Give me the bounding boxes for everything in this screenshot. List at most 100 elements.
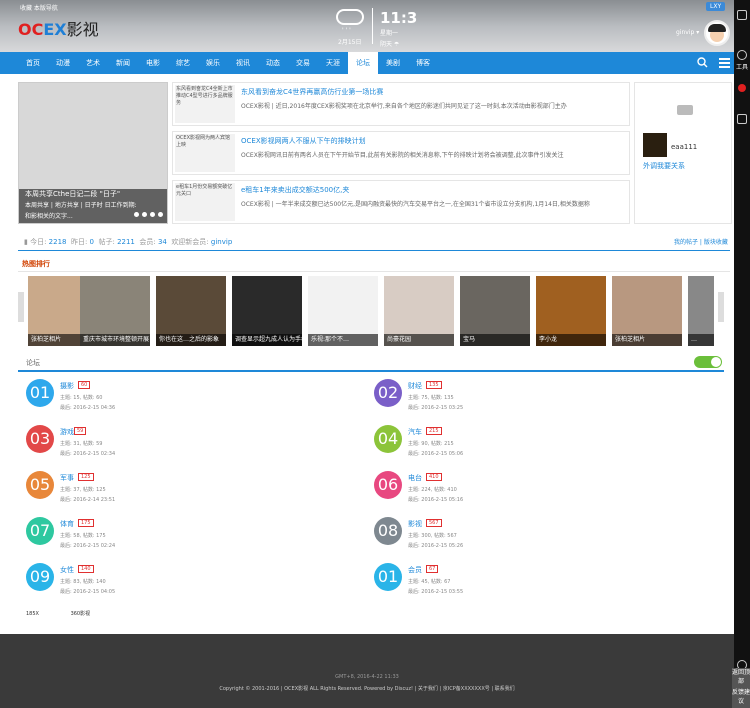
nav-item[interactable]: 博客 [408, 52, 438, 74]
location-badge[interactable]: LXY [706, 2, 726, 11]
stats-right-links[interactable]: 我的帖子 | 版块收藏 [674, 237, 728, 246]
view-toggle[interactable] [694, 356, 722, 368]
nav-item[interactable]: 综艺 [168, 52, 198, 74]
board-last[interactable]: 最后: 2016-2-14 23:51 [60, 496, 115, 503]
grid-menu-icon[interactable] [719, 57, 730, 68]
news-thumb[interactable]: e租车1月份交易额突破亿元关口 [175, 183, 235, 221]
friend-link[interactable]: 360影视 [71, 611, 91, 617]
site-logo[interactable]: OCEX影视 [18, 16, 99, 40]
board-name[interactable]: 游戏 [60, 427, 74, 437]
forum-board[interactable]: 06 电台 410 主题: 224, 帖数: 410 最后: 2016-2-15… [374, 471, 704, 511]
forum-board[interactable]: 04 汽车 215 主题: 90, 帖数: 215 最后: 2016-2-15 … [374, 425, 704, 465]
user-thumb[interactable] [643, 133, 667, 157]
board-meta: 主题: 31, 帖数: 59 [60, 441, 103, 447]
hot-image[interactable]: … [688, 276, 714, 346]
chat-icon[interactable] [737, 50, 747, 60]
stat-label: 帖子: [98, 238, 118, 246]
newest-member-link[interactable]: ginvip [211, 238, 232, 246]
weather-date: 2月15日 [338, 39, 362, 46]
hot-image[interactable]: 宝马 [460, 276, 530, 346]
hot-image[interactable]: 你也在这…之后的影象 [156, 276, 226, 346]
carousel-right-arrow[interactable] [718, 292, 724, 322]
board-last[interactable]: 最后: 2016-2-15 03:55 [408, 588, 463, 595]
news-thumb[interactable]: 东风看到奋龙C4全新上市推动C4型号进行多品牌服务 [175, 85, 235, 123]
news-title[interactable]: 东风看到奋龙C4世界再赢高仿行业第一场比赛 [241, 87, 383, 97]
nav-item[interactable]: 动态 [258, 52, 288, 74]
news-title[interactable]: e租车1年来卖出成交额达500亿,夹 [241, 185, 349, 195]
carousel-left-arrow[interactable] [18, 292, 24, 322]
forum-board[interactable]: 07 体育 175 主题: 58, 帖数: 175 最后: 2016-2-15 … [26, 517, 356, 557]
edit-icon[interactable] [737, 114, 747, 124]
nav-item[interactable]: 动漫 [48, 52, 78, 74]
main-nav: 首页 动漫 艺术 新闻 电影 综艺 娱乐 视讯 动态 交易 天涯 论坛 美剧 博… [0, 52, 734, 74]
board-last[interactable]: 最后: 2016-2-15 03:25 [408, 404, 463, 411]
board-last[interactable]: 最后: 2016-2-15 02:34 [60, 450, 115, 457]
hot-image[interactable]: 调查显示超九成人认为手机费太高 [232, 276, 302, 346]
board-name[interactable]: 影视 [408, 519, 422, 529]
image-slider[interactable]: 本周共享Cthe日记二段 "日子" 本周共享 | 地方共享 | 日子时 日工作到… [18, 82, 168, 224]
nav-item[interactable]: 首页 [18, 52, 48, 74]
mini-links[interactable]: 收藏 本版导航 [20, 3, 58, 12]
forum-board[interactable]: 08 影视 567 主题: 300, 帖数: 567 最后: 2016-2-15… [374, 517, 704, 557]
search-icon[interactable] [697, 57, 708, 68]
board-number-icon: 04 [374, 425, 402, 453]
board-name[interactable]: 体育 [60, 519, 74, 529]
board-last[interactable]: 最后: 2016-2-15 05:06 [408, 450, 463, 457]
board-number-icon: 01 [26, 379, 54, 407]
friend-link[interactable]: 185X [26, 611, 39, 617]
nav-item[interactable]: 视讯 [228, 52, 258, 74]
board-name[interactable]: 会员 [408, 565, 422, 575]
news-item[interactable]: 东风看到奋龙C4全新上市推动C4型号进行多品牌服务 东风看到奋龙C4世界再赢高仿… [172, 82, 630, 126]
nav-item[interactable]: 新闻 [108, 52, 138, 74]
board-last[interactable]: 最后: 2016-2-15 02:24 [60, 542, 115, 549]
board-number-icon: 06 [374, 471, 402, 499]
back-to-top-button[interactable]: 返回顶部 [732, 668, 750, 688]
board-name[interactable]: 军事 [60, 473, 74, 483]
forum-stats: ▮ 今日: 2218 昨日: 0 帖子: 2211 会员: 34 欢迎新会员: … [24, 237, 232, 247]
hot-image[interactable]: 重庆市城市环境整顿开展 [80, 276, 150, 346]
slider-dots[interactable] [131, 211, 163, 219]
nav-item[interactable]: 美剧 [378, 52, 408, 74]
nav-item[interactable]: 天涯 [318, 52, 348, 74]
hot-image[interactable]: 乐视:那个不… [308, 276, 378, 346]
forum-board[interactable]: 03 游戏 59 主题: 31, 帖数: 59 最后: 2016-2-15 02… [26, 425, 356, 465]
nav-item[interactable]: 艺术 [78, 52, 108, 74]
board-meta: 主题: 58, 帖数: 175 [60, 533, 106, 539]
hot-image[interactable]: 李小龙 [536, 276, 606, 346]
nav-item[interactable]: 电影 [138, 52, 168, 74]
forum-board[interactable]: 09 女性 140 主题: 83, 帖数: 140 最后: 2016-2-15 … [26, 563, 356, 603]
board-name[interactable]: 财经 [408, 381, 422, 391]
slider-caption-title[interactable]: 本周共享Cthe日记二段 "日子" [25, 189, 120, 199]
camera-icon [677, 105, 693, 115]
board-name[interactable]: 摄影 [60, 381, 74, 391]
user-link[interactable]: 外调我要关系 [643, 161, 685, 171]
forum-board[interactable]: 01 会员 67 主题: 45, 帖数: 67 最后: 2016-2-15 03… [374, 563, 704, 603]
username-dropdown[interactable]: ginvip ▾ [676, 29, 699, 36]
board-last[interactable]: 最后: 2016-2-15 04:05 [60, 588, 115, 595]
window-icon[interactable] [737, 10, 747, 20]
forum-board[interactable]: 02 财经 135 主题: 75, 帖数: 135 最后: 2016-2-15 … [374, 379, 704, 419]
board-last[interactable]: 最后: 2016-2-15 04:36 [60, 404, 115, 411]
news-title[interactable]: OCEX影视网两人不服从下午的排映计划 [241, 136, 366, 146]
board-name[interactable]: 汽车 [408, 427, 422, 437]
news-item[interactable]: e租车1月份交易额突破亿元关口 e租车1年来卖出成交额达500亿,夹 OCEX影… [172, 180, 630, 224]
board-last[interactable]: 最后: 2016-2-15 05:26 [408, 542, 463, 549]
news-thumb[interactable]: OCEX影视网为两人宾馆上映 [175, 134, 235, 172]
nav-item[interactable]: 娱乐 [198, 52, 228, 74]
avatar[interactable] [704, 20, 730, 46]
hot-image[interactable]: 尚豪花园 [384, 276, 454, 346]
stat-value: 34 [157, 238, 167, 246]
news-item[interactable]: OCEX影视网为两人宾馆上映 OCEX影视网两人不服从下午的排映计划 OCEX影… [172, 131, 630, 175]
feedback-button[interactable]: 反馈建议 [732, 688, 750, 708]
forum-board[interactable]: 01 摄影 60 主题: 15, 帖数: 60 最后: 2016-2-15 04… [26, 379, 356, 419]
nav-item-active[interactable]: 论坛 [348, 52, 378, 74]
hot-image[interactable]: 张柏芝相片 [612, 276, 682, 346]
user-name[interactable]: eaa111 [671, 143, 697, 151]
board-name[interactable]: 女性 [60, 565, 74, 575]
forum-board[interactable]: 05 军事 125 主题: 37, 帖数: 125 最后: 2016-2-14 … [26, 471, 356, 511]
board-last[interactable]: 最后: 2016-2-15 05:16 [408, 496, 463, 503]
board-name[interactable]: 电台 [408, 473, 422, 483]
notification-dot-icon[interactable] [738, 84, 746, 92]
hot-caption: 张柏芝相片 [612, 334, 682, 346]
nav-item[interactable]: 交易 [288, 52, 318, 74]
